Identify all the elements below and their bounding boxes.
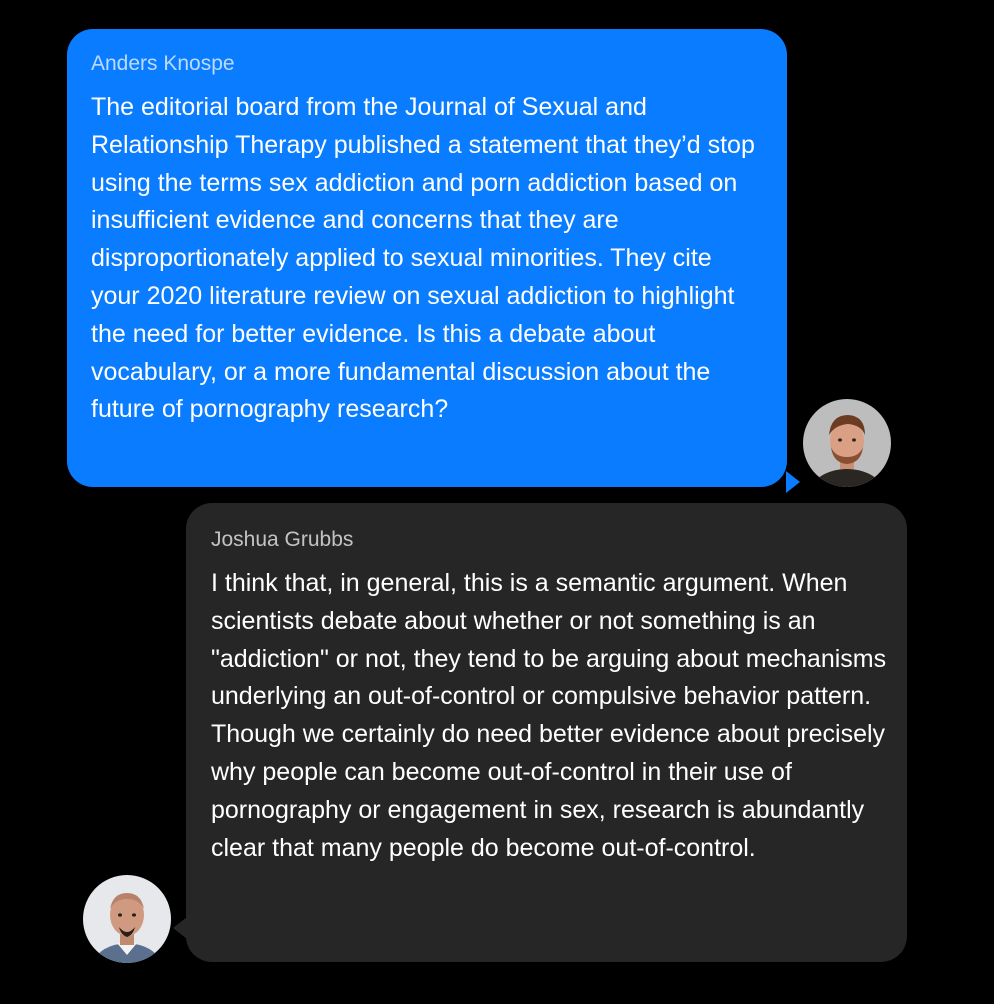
message-thread: Anders Knospe The editorial board from t… bbox=[0, 0, 994, 1004]
sender-name: Joshua Grubbs bbox=[211, 528, 354, 551]
message-text: I think that, in general, this is a sema… bbox=[211, 569, 887, 862]
message-bubble-joshua[interactable]: Joshua Grubbs I think that, in general, … bbox=[173, 503, 907, 962]
avatar-joshua-grubbs[interactable] bbox=[83, 875, 171, 963]
avatar-portrait-icon bbox=[83, 875, 171, 963]
message-bubble-anders[interactable]: Anders Knospe The editorial board from t… bbox=[67, 29, 800, 493]
avatar-anders-knospe[interactable] bbox=[803, 399, 891, 487]
avatar-portrait-icon bbox=[803, 399, 891, 487]
message-text: The editorial board from the Journal of … bbox=[91, 93, 755, 424]
sender-name: Anders Knospe bbox=[91, 52, 235, 75]
